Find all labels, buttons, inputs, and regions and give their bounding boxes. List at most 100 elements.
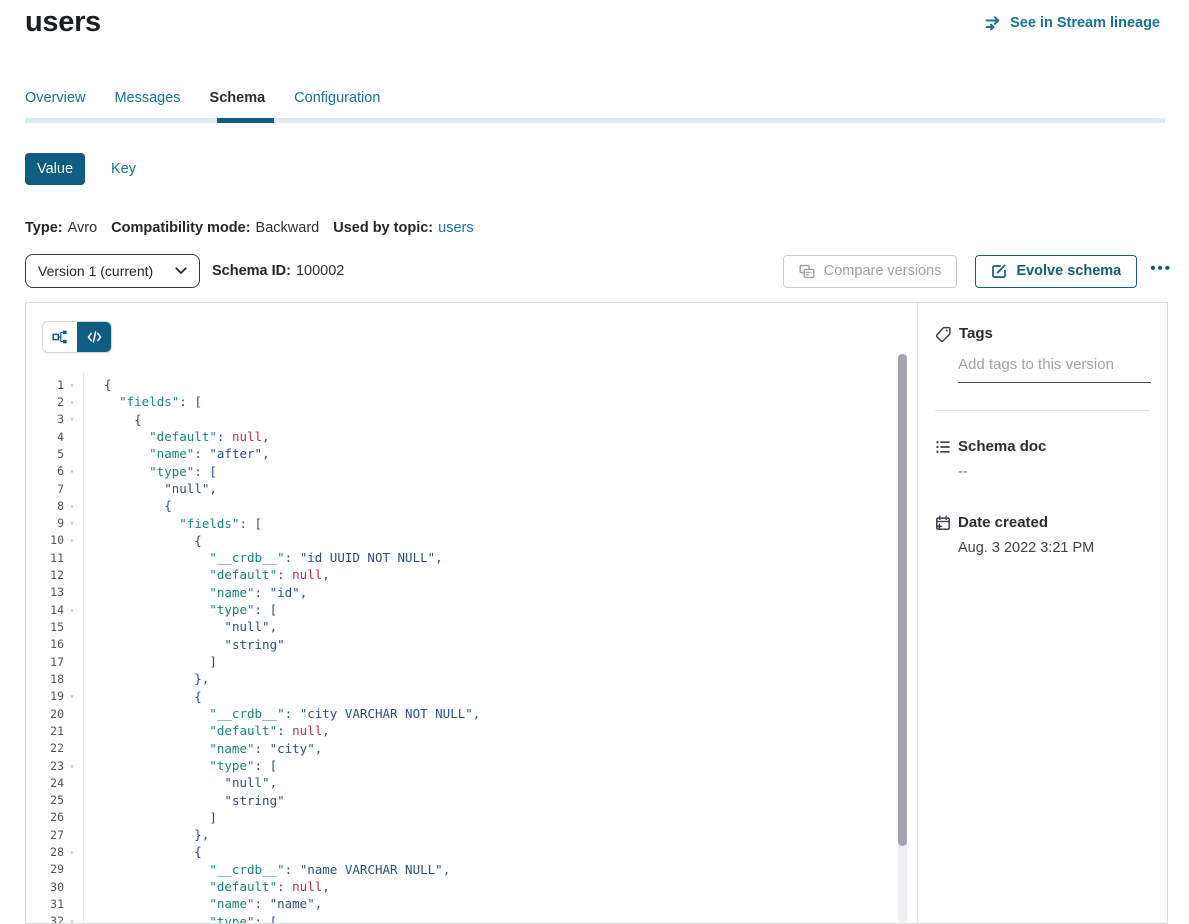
- line-number: 18: [36, 672, 64, 686]
- version-select-value: Version 1 (current): [38, 263, 153, 279]
- code-line: "default": null,: [104, 428, 480, 445]
- schema-doc-icon: [935, 439, 951, 455]
- line-number: 5: [36, 447, 64, 461]
- compare-versions-label: Compare versions: [824, 263, 942, 279]
- code-line: ]: [104, 809, 480, 826]
- line-number: 24: [36, 776, 64, 790]
- code-viewport[interactable]: 1▾2▾3▾456▾78▾9▾10▾11121314▾1516171819▾20…: [26, 373, 917, 923]
- line-number: 2: [36, 395, 64, 409]
- line-number: 23: [36, 759, 64, 773]
- line-number: 27: [36, 828, 64, 842]
- page-title: users: [25, 6, 101, 39]
- stream-lineage-link[interactable]: See in Stream lineage: [985, 15, 1160, 31]
- tab-overview[interactable]: Overview: [25, 90, 85, 106]
- code-line: "type": [: [104, 601, 480, 618]
- tab-underline-active: [217, 118, 274, 123]
- line-number: 20: [36, 707, 64, 721]
- code-line: "name": "name",: [104, 895, 480, 912]
- code-line: "default": null,: [104, 722, 480, 739]
- line-number: 7: [36, 482, 64, 496]
- tab-configuration[interactable]: Configuration: [294, 90, 380, 106]
- fold-spacer: [64, 661, 80, 662]
- fold-toggle-icon[interactable]: ▾: [64, 414, 80, 424]
- date-created-title: Date created: [958, 514, 1048, 531]
- version-select[interactable]: Version 1 (current): [25, 254, 200, 288]
- fold-spacer: [64, 644, 80, 645]
- fold-toggle-icon[interactable]: ▾: [64, 501, 80, 511]
- code-line: "name": "id",: [104, 584, 480, 601]
- code-line: {: [104, 497, 480, 514]
- code-line: "name": "city",: [104, 740, 480, 757]
- fold-toggle-icon[interactable]: ▾: [64, 397, 80, 407]
- fold-toggle-icon[interactable]: ▾: [64, 761, 80, 771]
- fold-toggle-icon[interactable]: ▾: [64, 466, 80, 476]
- tab-bar: Overview Messages Schema Configuration: [25, 90, 380, 106]
- compatibility-label: Compatibility mode:: [111, 220, 250, 236]
- tab-messages[interactable]: Messages: [114, 90, 180, 106]
- code-line: "__crdb__": "id UUID NOT NULL",: [104, 549, 480, 566]
- fold-spacer: [64, 436, 80, 437]
- schema-id: Schema ID: 100002: [212, 263, 344, 279]
- line-number: 14: [36, 603, 64, 617]
- code-line: {: [104, 376, 480, 393]
- tab-underline-track: [25, 118, 1165, 123]
- tree-view-button[interactable]: [43, 322, 77, 352]
- schema-doc-section-header: Schema doc: [935, 438, 1151, 455]
- value-tab-button[interactable]: Value: [25, 153, 85, 185]
- fold-toggle-icon[interactable]: ▾: [64, 847, 80, 857]
- line-number: 22: [36, 741, 64, 755]
- scrollbar-track[interactable]: [898, 353, 907, 923]
- code-line: "default": null,: [104, 878, 480, 895]
- fold-spacer: [64, 730, 80, 731]
- line-number: 1: [36, 378, 64, 392]
- value-key-toggle: Value Key: [25, 152, 136, 186]
- key-tab-button[interactable]: Key: [111, 161, 136, 177]
- evolve-schema-button[interactable]: Evolve schema: [975, 255, 1137, 288]
- add-tags-input[interactable]: [958, 354, 1151, 383]
- edit-square-icon: [991, 263, 1007, 279]
- fold-toggle-icon[interactable]: ▾: [64, 380, 80, 390]
- ellipsis-menu-button[interactable]: •••: [1150, 260, 1172, 283]
- line-number: 15: [36, 620, 64, 634]
- line-number: 9: [36, 516, 64, 530]
- schema-id-value: 100002: [296, 263, 344, 279]
- fold-toggle-icon[interactable]: ▾: [64, 916, 80, 923]
- compare-versions-button[interactable]: Compare versions: [783, 255, 958, 288]
- fold-spacer: [64, 800, 80, 801]
- tab-schema[interactable]: Schema: [210, 90, 266, 106]
- tag-icon: [935, 326, 952, 342]
- line-number: 30: [36, 880, 64, 894]
- line-number: 6: [36, 464, 64, 478]
- code-gutter: 1▾2▾3▾456▾78▾9▾10▾11121314▾1516171819▾20…: [26, 373, 84, 923]
- fold-toggle-icon[interactable]: ▾: [64, 535, 80, 545]
- schema-view-toggle: [42, 321, 112, 353]
- date-created-value: Aug. 3 2022 3:21 PM: [958, 540, 1151, 556]
- fold-spacer: [64, 713, 80, 714]
- line-number: 17: [36, 655, 64, 669]
- line-number: 13: [36, 585, 64, 599]
- code-line: "null",: [104, 480, 480, 497]
- code-view-button[interactable]: [77, 322, 111, 352]
- fold-spacer: [64, 453, 80, 454]
- schema-code-pane: 1▾2▾3▾456▾78▾9▾10▾11121314▾1516171819▾20…: [26, 303, 917, 923]
- compare-versions-icon: [799, 264, 815, 279]
- stream-lineage-icon: [985, 16, 1002, 31]
- used-by-topic-link[interactable]: users: [438, 220, 473, 236]
- schema-id-label: Schema ID:: [212, 263, 291, 279]
- code-line: "__crdb__": "city VARCHAR NOT NULL",: [104, 705, 480, 722]
- fold-spacer: [64, 869, 80, 870]
- fold-spacer: [64, 782, 80, 783]
- fold-spacer: [64, 748, 80, 749]
- line-number: 12: [36, 568, 64, 582]
- tree-view-icon: [52, 329, 68, 345]
- fold-spacer: [64, 834, 80, 835]
- code-line: "string": [104, 636, 480, 653]
- controls-row: Version 1 (current) Schema ID: 100002 Co…: [25, 254, 1172, 288]
- scrollbar-thumb[interactable]: [898, 354, 907, 846]
- fold-toggle-icon[interactable]: ▾: [64, 518, 80, 528]
- line-number: 26: [36, 810, 64, 824]
- fold-toggle-icon[interactable]: ▾: [64, 605, 80, 615]
- compatibility-value: Backward: [256, 220, 320, 236]
- fold-toggle-icon[interactable]: ▾: [64, 691, 80, 701]
- tags-title: Tags: [959, 325, 993, 342]
